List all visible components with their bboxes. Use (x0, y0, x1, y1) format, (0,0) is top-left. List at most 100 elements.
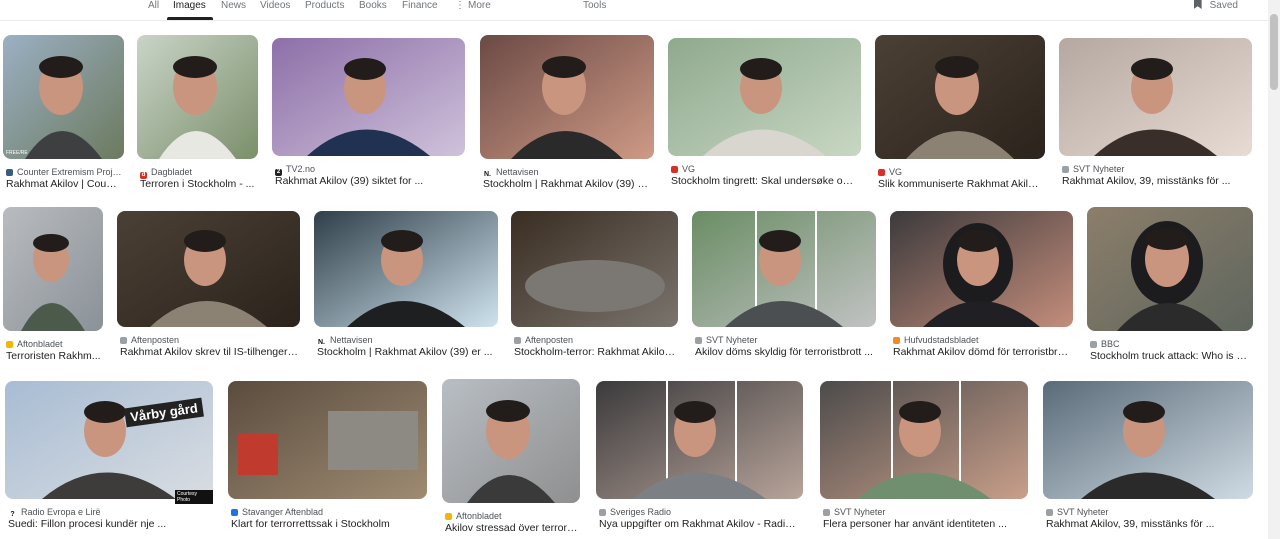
result-source-name: Aftenposten (131, 335, 180, 345)
image-result-card[interactable]: Stavanger Aftenblad Klart for terrorretts… (228, 381, 427, 533)
image-result-card[interactable]: 2 TV2.no Rakhmat Akilov (39) siktet for ..… (272, 38, 465, 190)
result-title[interactable]: Rakhmat Akilov dömd för terroristbrott..… (893, 346, 1071, 359)
result-title[interactable]: Nya uppgifter om Rakhmat Akilov - Radio … (599, 518, 801, 531)
image-result-card[interactable]: SVT Nyheter Rakhmat Akilov, 39, misstänks… (1043, 381, 1253, 533)
scrollbar-thumb[interactable] (1270, 14, 1278, 90)
result-source: 2 TV2.no (275, 164, 463, 176)
result-title[interactable]: Rakhmat Akilov (39) siktet for ... (275, 175, 463, 188)
image-result-card[interactable]: N. Nettavisen Stockholm | Rakhmat Akilov (… (480, 35, 654, 193)
result-source: Hufvudstadsbladet (893, 335, 1071, 346)
source-favicon-icon (6, 168, 13, 176)
result-source-name: SVT Nyheter (1057, 507, 1109, 517)
image-result-card[interactable]: FREE/RE Counter Extremism Project Rakhmat … (3, 35, 124, 193)
result-thumbnail[interactable] (511, 211, 678, 327)
result-title[interactable]: Rakhmat Akilov | Count... (6, 178, 122, 191)
result-title[interactable]: Rakhmat Akilov skrev til IS-tilhenger ..… (120, 346, 298, 359)
tab-products[interactable]: Products (305, 0, 344, 14)
result-source-name: Aftonbladet (17, 339, 63, 349)
result-title[interactable]: Rakhmat Akilov, 39, misstänks för ... (1062, 175, 1250, 188)
tab-all[interactable]: All (148, 0, 159, 14)
result-title[interactable]: Suedi: Fillon procesi kundër nje ... (8, 518, 211, 531)
image-result-card[interactable]: Aftenposten Stockholm-terror: Rakhmat Aki… (511, 211, 678, 361)
image-result-card[interactable]: Aftenposten Rakhmat Akilov skrev til IS-t… (117, 211, 300, 361)
image-result-card[interactable]: Vårby gård Courtesy Photo? Radio Evropa e … (5, 381, 213, 533)
image-result-card[interactable]: SVT Nyheter Akilov döms skyldig för terro… (692, 211, 876, 361)
result-thumbnail[interactable] (314, 211, 498, 327)
source-favicon-icon (231, 508, 238, 516)
result-thumbnail[interactable] (1087, 207, 1253, 331)
result-title[interactable]: Akilov stressad över terrord... (445, 522, 578, 535)
result-source-name: SVT Nyheter (834, 507, 886, 517)
image-result-card[interactable]: d Dagbladet Terroren i Stockholm - ... (137, 35, 258, 193)
bookmark-icon (1193, 0, 1202, 9)
result-source-name: Radio Evropa e Lirë (21, 507, 101, 517)
tab-news[interactable]: News (221, 0, 246, 14)
result-thumbnail[interactable] (820, 381, 1028, 499)
result-source: Sveriges Radio (599, 507, 801, 518)
tab-images[interactable]: Images (173, 0, 206, 14)
result-thumbnail[interactable] (890, 211, 1073, 327)
result-title[interactable]: Akilov döms skyldig för terroristbrott .… (695, 346, 874, 359)
tab-books[interactable]: Books (359, 0, 387, 14)
source-favicon-icon: N. (483, 170, 492, 178)
result-title[interactable]: Terroristen Rakhm... (6, 350, 101, 363)
result-thumbnail[interactable] (3, 207, 103, 331)
search-tabs-bar: All Images News Videos Products Books Fi… (0, 0, 1268, 21)
result-source: Counter Extremism Project (6, 167, 122, 178)
result-title[interactable]: Flera personer har använt identiteten ..… (823, 518, 1026, 531)
result-thumbnail[interactable] (1043, 381, 1253, 499)
result-source-name: VG (682, 164, 696, 174)
image-result-card[interactable]: VG Stockholm tingrett: Skal undersøke om … (668, 38, 861, 190)
result-source: BBC (1090, 339, 1251, 350)
result-thumbnail[interactable] (480, 35, 654, 159)
result-title[interactable]: Stockholm-terror: Rakhmat Akilov ... (514, 346, 676, 359)
result-source: d Dagbladet (140, 167, 256, 179)
result-thumbnail[interactable] (875, 35, 1045, 159)
tab-more[interactable]: ⋮ More (455, 0, 491, 14)
source-favicon-icon (671, 165, 678, 173)
result-thumbnail[interactable] (272, 38, 465, 156)
tab-videos[interactable]: Videos (260, 0, 290, 14)
result-source: SVT Nyheter (695, 335, 874, 346)
image-result-card[interactable]: Hufvudstadsbladet Rakhmat Akilov dömd för… (890, 211, 1073, 361)
image-result-card[interactable]: Aftonbladet Akilov stressad över terrord.… (442, 379, 580, 537)
result-thumbnail[interactable] (668, 38, 861, 156)
image-result-card[interactable]: N. Nettavisen Stockholm | Rakhmat Akilov (… (314, 211, 498, 361)
result-thumbnail[interactable] (5, 381, 213, 499)
page-scrollbar[interactable] (1268, 0, 1280, 539)
result-thumbnail[interactable] (596, 381, 803, 499)
result-title[interactable]: Stockholm | Rakhmat Akilov (39) er ... (317, 346, 496, 359)
result-title[interactable]: Terroren i Stockholm - ... (140, 178, 256, 191)
result-source: SVT Nyheter (823, 507, 1026, 518)
result-source-name: SVT Nyheter (706, 335, 758, 345)
result-title[interactable]: Rakhmat Akilov, 39, misstänks för ... (1046, 518, 1251, 531)
result-source: ? Radio Evropa e Lirë (8, 507, 211, 518)
result-title[interactable]: Stockholm truck attack: Who is R... (1090, 350, 1251, 363)
image-result-card[interactable]: VG Slik kommuniserte Rakhmat Akilov ... (875, 35, 1045, 193)
saved-button[interactable]: Saved (1193, 0, 1238, 14)
source-favicon-icon (893, 336, 900, 344)
image-result-card[interactable]: SVT Nyheter Rakhmat Akilov, 39, misstänks… (1059, 38, 1252, 190)
result-thumbnail[interactable] (228, 381, 427, 499)
image-result-card[interactable]: BBC Stockholm truck attack: Who is R... (1087, 207, 1253, 365)
tools-button[interactable]: Tools (583, 0, 606, 14)
result-title[interactable]: Klart for terrorrettssak i Stockholm (231, 518, 425, 531)
image-result-card[interactable]: SVT Nyheter Flera personer har använt ide… (820, 381, 1028, 533)
result-title[interactable]: Slik kommuniserte Rakhmat Akilov ... (878, 178, 1043, 191)
active-tab-indicator (167, 17, 213, 20)
result-source-name: TV2.no (286, 164, 316, 174)
source-favicon-icon (6, 340, 13, 348)
tab-finance[interactable]: Finance (402, 0, 438, 14)
result-thumbnail[interactable] (117, 211, 300, 327)
image-result-card[interactable]: Aftonbladet Terroristen Rakhm... (3, 207, 103, 365)
result-title[interactable]: Stockholm | Rakhmat Akilov (39) er ... (483, 178, 652, 191)
result-thumbnail[interactable] (692, 211, 876, 327)
result-thumbnail[interactable] (3, 35, 124, 159)
result-thumbnail[interactable] (1059, 38, 1252, 156)
image-result-card[interactable]: Sveriges Radio Nya uppgifter om Rakhmat A… (596, 381, 803, 533)
result-source: N. Nettavisen (317, 335, 496, 346)
result-thumbnail[interactable] (137, 35, 258, 159)
result-title[interactable]: Stockholm tingrett: Skal undersøke om ..… (671, 175, 859, 188)
result-thumbnail[interactable] (442, 379, 580, 503)
result-source: VG (878, 167, 1043, 178)
